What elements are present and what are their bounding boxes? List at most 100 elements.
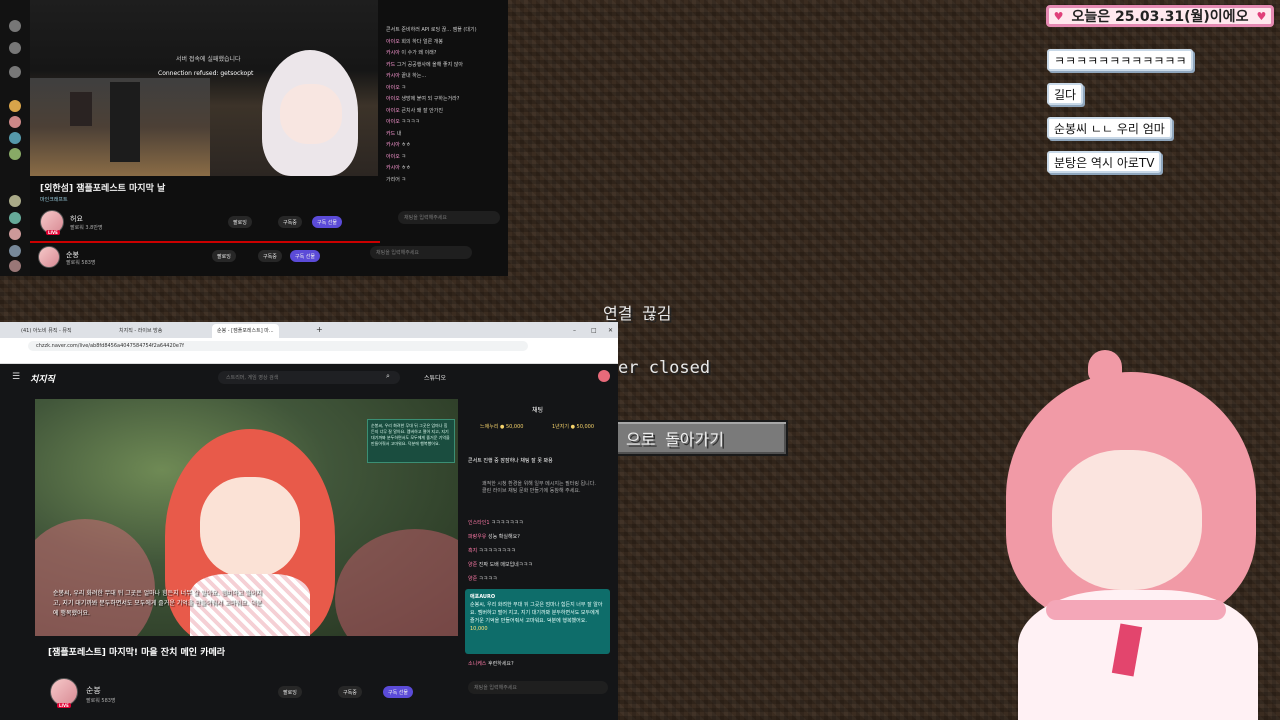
pinned-message: 콘서트 진행 중 잠잠하나 채팅 잘 못 봐용 <box>468 458 553 464</box>
chat-message: 양준 진짜 도배 매보입네ㅋㅋㅋ <box>468 561 533 568</box>
donation-amount: 10,000 <box>470 626 488 632</box>
avatar-collar <box>1046 600 1226 620</box>
chat-text: ㅋㅋㅋㅋ <box>478 576 498 582</box>
chat-message: 카시아 ㅎㅎ <box>386 141 411 148</box>
channel-avatar-icon[interactable] <box>9 100 21 112</box>
disconnected-title: 연결 끊김 <box>603 304 672 323</box>
chat-username: 소니케스 <box>468 661 487 667</box>
chat-text: ㅋ <box>401 153 407 160</box>
chat-text: 회의 하다 얼른 개봉 <box>401 38 443 45</box>
chat-text: ㅎㅎ <box>401 165 411 171</box>
chat-message: 인스타인1 ㅋㅋㅋㅋㅋㅋㅋ <box>468 519 523 526</box>
chat-username: 카시아 <box>386 142 400 148</box>
channel-name[interactable]: 순봉 <box>86 685 101 696</box>
heart-icon: ♥ <box>1256 9 1267 23</box>
url-field[interactable]: chzzk.naver.com/live/ab8fd8456a404758475… <box>28 341 528 351</box>
channel-name[interactable]: 허요 <box>70 214 83 224</box>
top-video-player[interactable]: 서버 접속에 실패했습니다 Connection refused: getsoc… <box>30 0 378 176</box>
browser-window: (41) 아노비 뮤직 - 뮤직 치지직 - 라이브 방송 순봉 - [잼플포레… <box>0 322 618 720</box>
date-banner: ♥ 오늘은 25.03.31(월)이에오 ♥ <box>1046 5 1274 27</box>
top-sidebar <box>0 0 30 276</box>
chat-username: 흑지 <box>468 548 478 554</box>
new-tab-icon[interactable]: + <box>312 324 327 338</box>
chat-message: 카시아 끝내 하는... <box>386 72 426 79</box>
chat-text: ㅋㅋㅋㅋㅋㅋㅋㅋ <box>478 548 516 554</box>
channel-avatar-icon[interactable] <box>9 148 21 160</box>
gift-sub-button[interactable]: 구독 선물 <box>290 250 320 262</box>
heart-icon[interactable] <box>9 66 21 78</box>
home-icon[interactable] <box>9 20 21 32</box>
chat-message: 흑지 ㅋㅋㅋㅋㅋㅋㅋㅋ <box>468 547 516 554</box>
avatar[interactable] <box>598 370 610 382</box>
vtuber-avatar <box>996 350 1280 720</box>
chat-message: 파랑우유 성능 확실해요? <box>468 533 520 540</box>
follow-button[interactable]: 팔로잉 <box>228 216 252 228</box>
browser-tab[interactable]: 치지직 - 라이브 방송 <box>114 324 167 338</box>
main-video-player[interactable]: 순봉씨, 우리 화려한 무대 뒤 그곳은 엄마나 힘든지 너무 잘 알아요. 멤… <box>35 399 458 636</box>
chat-username: 아이오 <box>386 38 400 45</box>
avatar[interactable] <box>38 246 60 268</box>
chat-message: 카드 내 <box>386 130 401 137</box>
chat-message: 소니케스 후련하세요? <box>468 660 514 667</box>
minecraft-character <box>110 82 140 162</box>
back-to-menu-button[interactable]: 으로 돌아가기 <box>614 420 788 456</box>
channel-avatar-icon[interactable] <box>9 228 21 240</box>
chat-message: 아이오 ㅋ <box>386 84 406 91</box>
donation-message: 순봉씨, 우리 화려한 무대 뒤 그곳은 엄마나 힘든지 너무 잘 알아요. 멤… <box>470 602 603 624</box>
donor-name: 애포AURO <box>470 594 496 600</box>
channel-avatar-icon[interactable] <box>9 212 21 224</box>
chat-text: 가리어 ㅋ <box>386 176 406 183</box>
chat-username: 아이오 <box>386 119 400 125</box>
browser-tab[interactable]: (41) 아노비 뮤직 - 뮤직 <box>16 324 77 338</box>
chat-username: 인스타인1 <box>468 520 490 526</box>
date-text: 오늘은 25.03.31(월)이에오 <box>1071 9 1249 25</box>
browse-icon[interactable] <box>9 42 21 54</box>
studio-button[interactable]: 스튜디오 <box>424 373 446 382</box>
search-input[interactable]: 스트리머, 게임 영상 검색 <box>218 371 400 384</box>
chat-input[interactable]: 채팅을 입력해주세요 <box>398 211 500 224</box>
chat-text: ㅋㅋㅋㅋ <box>401 119 420 125</box>
site-logo[interactable]: 치지직 <box>30 372 55 385</box>
chat-username: 아이오 <box>386 107 400 114</box>
ranking-1: 느애누리 ● 50,000 <box>480 424 524 430</box>
minimize-icon[interactable]: – <box>568 324 581 338</box>
chat-text: 끝내 하는... <box>401 73 427 79</box>
follow-button[interactable]: 팔로잉 <box>212 250 236 262</box>
avatar-hair-bun <box>1088 350 1122 384</box>
minecraft-character <box>70 92 92 126</box>
chat-input[interactable]: 채팅을 입력해주세요 <box>468 681 608 694</box>
chat-username: 파랑우유 <box>468 534 487 540</box>
ranking-2: 1년지기 ● 50,000 <box>552 424 595 430</box>
subscribe-button[interactable]: 구독중 <box>278 216 302 228</box>
chat-message: 아이오 ㅋ <box>386 153 406 160</box>
browser-tab[interactable]: 순봉 - [잼플포레스트] 마... <box>212 324 279 338</box>
channel-avatar-icon[interactable] <box>9 116 21 128</box>
channel-avatar-icon[interactable] <box>9 195 21 207</box>
close-icon[interactable]: ✕ <box>603 324 618 338</box>
menu-icon[interactable]: ☰ <box>12 372 20 382</box>
flower-bush <box>335 529 458 636</box>
gift-sub-button[interactable]: 구독 선물 <box>312 216 342 228</box>
gift-sub-button[interactable]: 구독 선물 <box>383 686 413 698</box>
chat-text: 콘서트 준비하러 API 로딩 끊... 잼플 (대기) <box>386 27 477 33</box>
chat-message: 카시아 이 수가 왜 이래? <box>386 49 436 56</box>
chat-bubble: 분탕은 역시 아로TV <box>1047 151 1162 173</box>
chat-text: 후련하세요? <box>488 661 514 667</box>
avatar[interactable] <box>50 678 78 706</box>
search-icon[interactable]: ⌕ <box>386 372 390 381</box>
follower-count: 팔로워 583명 <box>66 260 96 266</box>
chat-message: 가리어 ㅋ <box>386 176 406 183</box>
heart-icon: ♥ <box>1053 9 1064 23</box>
channel-avatar-icon[interactable] <box>9 245 21 257</box>
follow-button[interactable]: 팔로잉 <box>278 686 302 698</box>
top-chat-panel: 콘서트 준비하러 API 로딩 끊... 잼플 (대기) 아이오 회의 하다 얼른… <box>370 0 508 276</box>
chat-input[interactable]: 채팅을 입력해주세요 <box>370 246 472 259</box>
video-overlay-text: 서버 접속에 실패했습니다 <box>176 56 241 63</box>
chat-message: 아이오 큰치사 왜 잘 안가진 <box>386 107 443 114</box>
subscribe-button[interactable]: 구독중 <box>338 686 362 698</box>
maximize-icon[interactable]: □ <box>586 324 602 338</box>
channel-avatar-icon[interactable] <box>9 132 21 144</box>
vtuber-face <box>280 84 342 144</box>
subscribe-button[interactable]: 구독중 <box>258 250 282 262</box>
channel-avatar-icon[interactable] <box>9 260 21 272</box>
